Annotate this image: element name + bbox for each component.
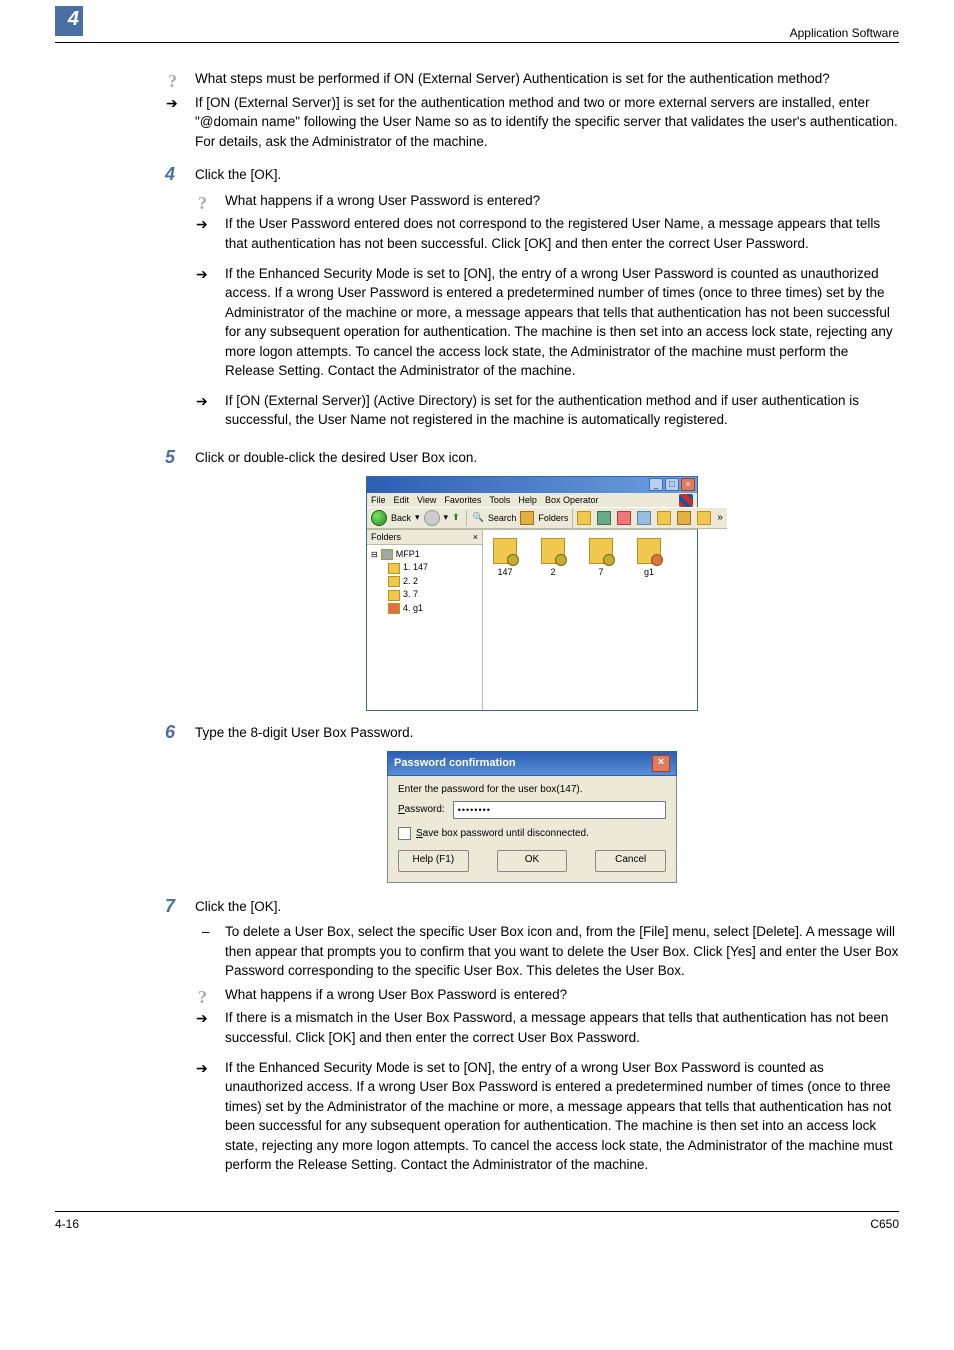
save-password-checkbox[interactable]	[398, 827, 411, 840]
toolbar-icon[interactable]	[677, 511, 691, 525]
menu-view[interactable]: View	[417, 495, 436, 505]
arrow-icon: ➔	[196, 264, 208, 284]
step-7-text: Click the [OK].	[195, 899, 281, 914]
question-icon: ?	[198, 984, 207, 1010]
menu-edit[interactable]: Edit	[394, 495, 410, 505]
answer-item: ➔ If the Enhanced Security Mode is set t…	[195, 1058, 899, 1175]
toolbar-icon[interactable]	[577, 511, 591, 525]
arrow-icon: ➔	[196, 391, 208, 411]
search-button[interactable]: Search	[488, 513, 517, 523]
toolbar-icon[interactable]	[697, 511, 711, 525]
tree-header-label: Folders	[371, 532, 401, 542]
save-password-label: Save box password until disconnected.	[416, 828, 589, 839]
menu-help[interactable]: Help	[518, 495, 537, 505]
dialog-titlebar: Password confirmation ×	[387, 751, 677, 776]
answer-item: ➔ If there is a mismatch in the User Box…	[195, 1008, 899, 1047]
back-icon[interactable]	[371, 510, 387, 526]
back-button[interactable]: Back	[391, 513, 411, 523]
file-icon	[541, 538, 565, 564]
minimize-icon[interactable]: _	[649, 478, 663, 491]
step-number-7: 7	[165, 897, 195, 917]
ok-button[interactable]: OK	[497, 850, 568, 872]
answer-item: ➔ If the Enhanced Security Mode is set t…	[195, 264, 899, 381]
chapter-number-tab: 4	[55, 6, 85, 36]
page-footer: 4-16 C650	[55, 1211, 899, 1231]
password-dialog-figure: Password confirmation × Enter the passwo…	[387, 751, 677, 883]
forward-icon[interactable]	[424, 510, 440, 526]
search-icon[interactable]: 🔍	[473, 512, 484, 523]
question-icon: ?	[198, 190, 207, 216]
folders-button[interactable]: Folders	[538, 513, 568, 523]
cancel-button[interactable]: Cancel	[595, 850, 666, 872]
explorer-toolbar-left: Back ▾ ▾ ⬆ 🔍 Search Folders	[367, 507, 573, 529]
windows-flag-icon	[679, 494, 693, 507]
answer-item: ➔ If [ON (External Server)] is set for t…	[165, 93, 899, 152]
menu-file[interactable]: File	[371, 495, 386, 505]
answer-item: ➔ If [ON (External Server)] (Active Dire…	[195, 391, 899, 430]
page-number: 4-16	[55, 1217, 79, 1231]
question-icon: ?	[168, 68, 177, 94]
file-icon	[493, 538, 517, 564]
toolbar-icon[interactable]	[657, 511, 671, 525]
toolbar-icon[interactable]	[637, 511, 651, 525]
step-6-text: Type the 8-digit User Box Password.	[195, 725, 413, 740]
step-number-4: 4	[165, 165, 195, 185]
question-item: ? What happens if a wrong User Password …	[195, 191, 899, 211]
tree-box-g1[interactable]: 4. g1	[371, 602, 478, 616]
tree-box-2[interactable]: 2. 2	[371, 575, 478, 589]
model-label: C650	[870, 1217, 899, 1231]
toolbar-icon[interactable]	[597, 511, 611, 525]
up-icon[interactable]: ⬆	[452, 512, 460, 523]
dash-item: – To delete a User Box, select the speci…	[195, 922, 899, 981]
explorer-window-figure: _ □ × File Edit View Favorites Tools Hel…	[366, 476, 698, 711]
arrow-icon: ➔	[196, 1008, 208, 1028]
explorer-titlebar: _ □ ×	[367, 477, 697, 493]
arrow-icon: ➔	[196, 1058, 208, 1078]
file-icon	[589, 538, 613, 564]
tree-collapse-icon[interactable]: ×	[473, 532, 478, 542]
explorer-toolbar-right: »	[573, 507, 727, 529]
explorer-menubar: File Edit View Favorites Tools Help Box …	[367, 493, 697, 507]
help-button[interactable]: Help (F1)	[398, 850, 469, 872]
menu-tools[interactable]: Tools	[489, 495, 510, 505]
folder-tree: Folders × MFP1 1. 147 2. 2	[367, 530, 483, 710]
box-icon-147[interactable]: 147	[493, 538, 517, 577]
tree-box-147[interactable]: 1. 147	[371, 561, 478, 575]
box-icon-g1[interactable]: g1	[637, 538, 661, 577]
tree-root-mfp1[interactable]: MFP1	[371, 548, 478, 562]
header-title: Application Software	[790, 26, 899, 40]
dialog-title: Password confirmation	[394, 757, 516, 769]
question-item: ? What happens if a wrong User Box Passw…	[195, 985, 899, 1005]
step-4-text: Click the [OK].	[195, 167, 281, 182]
step-number-5: 5	[165, 448, 195, 468]
box-icon-7[interactable]: 7	[589, 538, 613, 577]
file-list-pane: 147 2 7 g1	[483, 530, 697, 710]
question-item: ? What steps must be performed if ON (Ex…	[165, 69, 899, 89]
menu-favorites[interactable]: Favorites	[444, 495, 481, 505]
folders-icon[interactable]	[520, 511, 534, 525]
arrow-icon: ➔	[166, 93, 178, 113]
answer-item: ➔ If the User Password entered does not …	[195, 214, 899, 253]
step-number-6: 6	[165, 723, 195, 743]
toolbar-icon[interactable]	[617, 511, 631, 525]
maximize-icon[interactable]: □	[665, 478, 679, 491]
arrow-icon: ➔	[196, 214, 208, 234]
password-field[interactable]: ••••••••	[453, 801, 666, 819]
step-5-text: Click or double-click the desired User B…	[195, 450, 477, 465]
password-label: Password:	[398, 804, 445, 815]
file-icon	[637, 538, 661, 564]
close-icon[interactable]: ×	[652, 755, 670, 772]
dialog-prompt: Enter the password for the user box(147)…	[398, 784, 666, 795]
box-icon-2[interactable]: 2	[541, 538, 565, 577]
menu-box-operator[interactable]: Box Operator	[545, 495, 599, 505]
close-icon[interactable]: ×	[681, 478, 695, 491]
tree-box-7[interactable]: 3. 7	[371, 588, 478, 602]
dash-icon: –	[202, 922, 210, 942]
